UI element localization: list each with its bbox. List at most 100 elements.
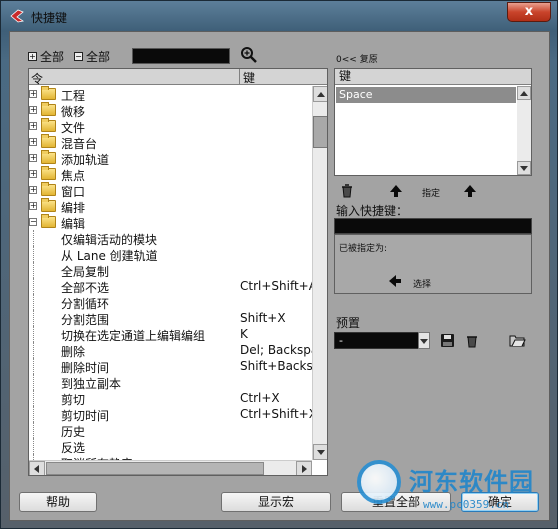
tree-row[interactable]: 历史: [29, 422, 312, 439]
preset-select[interactable]: -: [334, 332, 430, 349]
tree-row[interactable]: 分割循环: [29, 294, 312, 311]
expand-node-icon[interactable]: +: [29, 170, 37, 178]
expand-node-icon[interactable]: +: [29, 154, 37, 162]
expand-node-icon[interactable]: +: [29, 106, 37, 114]
search-input[interactable]: [132, 48, 230, 64]
tree-row-key: Shift+Backspace: [240, 359, 312, 373]
tree-guide-line: [33, 262, 34, 278]
scroll-thumb[interactable]: [313, 116, 327, 148]
tree-row[interactable]: 仅编辑活动的模块: [29, 230, 312, 247]
folder-icon: [41, 150, 56, 164]
tree-horizontal-scrollbar[interactable]: [29, 460, 312, 475]
command-tree: 令 键 + 工程 + 微移 + 文件 + 混音台 + 添加轨道 + 焦点 + 窗口 + 编排 − 编辑 仅编辑活动的…: [28, 68, 328, 476]
save-preset-icon[interactable]: [441, 334, 454, 347]
preset-dropdown-button[interactable]: [418, 332, 430, 349]
assign-arrow-icon[interactable]: [390, 185, 402, 197]
tree-vertical-scrollbar[interactable]: [312, 86, 327, 460]
tree-guide-line: [33, 342, 34, 358]
preset-label: 预置: [336, 316, 361, 330]
shortcut-input[interactable]: [334, 218, 532, 234]
expand-node-icon[interactable]: +: [29, 138, 37, 146]
tree-row[interactable]: + 混音台: [29, 134, 312, 151]
key-scroll-up-button[interactable]: [517, 86, 531, 100]
delete-key-icon[interactable]: [340, 184, 354, 198]
folder-icon: [41, 166, 56, 180]
command-column-header[interactable]: 令: [31, 70, 43, 87]
scroll-left-button[interactable]: [29, 461, 45, 475]
tree-row-key: Ctrl+Shift+A: [240, 279, 312, 293]
dialog-body: + 全部 − 全部 令 键 + 工程 + 微移 + 文件 + 混音台 + 添加轨道 + 焦点 + 窗口 + 编…: [9, 31, 550, 521]
expand-node-icon[interactable]: +: [29, 186, 37, 194]
expand-all-label[interactable]: 全部: [40, 48, 64, 65]
collapse-all-label[interactable]: 全部: [86, 48, 110, 65]
reset-all-button[interactable]: 重置全部: [341, 492, 451, 512]
tree-row-key: Ctrl+X: [240, 391, 280, 405]
assigned-to-label: 已被指定为:: [339, 244, 388, 254]
collapse-all-icon[interactable]: −: [74, 51, 84, 61]
folder-icon: [41, 134, 56, 148]
tree-row[interactable]: 删除时间Shift+Backspace: [29, 358, 312, 375]
cubase-logo-icon: [10, 9, 25, 23]
scroll-up-button[interactable]: [313, 86, 327, 102]
tree-body: + 工程 + 微移 + 文件 + 混音台 + 添加轨道 + 焦点 + 窗口 + 编排 − 编辑 仅编辑活动的模块从 …: [29, 86, 312, 460]
tree-row[interactable]: 到独立副本: [29, 374, 312, 391]
tree-row[interactable]: + 编排: [29, 198, 312, 215]
assign-label[interactable]: 指定: [422, 186, 440, 199]
tree-guide-line: [33, 310, 34, 326]
key-list-item[interactable]: Space: [336, 87, 516, 103]
ok-button[interactable]: 确定: [461, 492, 539, 512]
scroll-down-button[interactable]: [313, 444, 327, 460]
tree-row[interactable]: 分割范围 Shift+X: [29, 310, 312, 327]
select-arrow-icon[interactable]: [389, 275, 401, 287]
tree-row[interactable]: − 编辑: [29, 214, 312, 231]
tree-guide-line: [33, 358, 34, 374]
tree-row[interactable]: + 窗口: [29, 182, 312, 199]
horizontal-scroll-thumb[interactable]: [46, 462, 264, 475]
tree-row[interactable]: 从 Lane 创建轨道: [29, 246, 312, 263]
expand-node-icon[interactable]: +: [29, 202, 37, 210]
expand-node-icon[interactable]: +: [29, 90, 37, 98]
tree-row[interactable]: 剪切 Ctrl+X: [29, 390, 312, 407]
tree-row[interactable]: + 微移: [29, 102, 312, 119]
search-zoom-icon[interactable]: [240, 46, 258, 64]
delete-preset-icon[interactable]: [465, 334, 479, 348]
key-scroll-down-button[interactable]: [517, 161, 531, 175]
title-bar[interactable]: 快捷键 x: [1, 1, 557, 31]
tree-row[interactable]: + 文件: [29, 118, 312, 135]
import-folder-icon[interactable]: [509, 333, 526, 347]
reset-prefix: 0<<: [336, 55, 357, 65]
tree-guide-line: [33, 422, 34, 438]
tree-guide-line: [33, 406, 34, 422]
tree-row[interactable]: 切换在选定通道上编辑编组 K: [29, 326, 312, 343]
scroll-left-icon: [34, 465, 39, 473]
tree-row[interactable]: + 添加轨道: [29, 150, 312, 167]
expand-collapse-row: + 全部 − 全部: [28, 48, 120, 64]
scroll-right-button[interactable]: [296, 461, 312, 475]
help-button[interactable]: 帮助: [19, 492, 97, 512]
tree-row[interactable]: + 工程: [29, 86, 312, 103]
tree-row[interactable]: 全局复制: [29, 262, 312, 279]
tree-row[interactable]: 反选: [29, 438, 312, 455]
tree-guide-line: [33, 438, 34, 454]
show-macros-button[interactable]: 显示宏: [221, 492, 331, 512]
tree-guide-line: [33, 294, 34, 310]
close-button[interactable]: x: [507, 2, 551, 22]
tree-row[interactable]: + 焦点: [29, 166, 312, 183]
folder-icon: [41, 214, 56, 228]
tree-guide-line: [33, 278, 34, 294]
tree-header: 令 键: [29, 69, 327, 87]
tree-row-key: Ctrl+Shift+X: [240, 407, 312, 421]
reset-row[interactable]: 0<< 复原: [336, 52, 378, 65]
expand-all-icon[interactable]: +: [28, 51, 37, 61]
key-column-header[interactable]: 键: [239, 69, 255, 85]
tree-row[interactable]: 全部不选 Ctrl+Shift+A: [29, 278, 312, 295]
expand-node-icon[interactable]: +: [29, 122, 37, 130]
folder-icon: [41, 118, 56, 132]
collapse-node-icon[interactable]: −: [29, 218, 37, 226]
select-label[interactable]: 选择: [413, 277, 431, 290]
reset-label[interactable]: 复原: [360, 55, 378, 65]
tree-row[interactable]: 剪切时间 Ctrl+Shift+X: [29, 406, 312, 423]
assign-arrow-right-icon[interactable]: [464, 185, 476, 197]
tree-row[interactable]: 删除Del; Backspace: [29, 342, 312, 359]
key-list-scrollbar[interactable]: [517, 86, 531, 175]
